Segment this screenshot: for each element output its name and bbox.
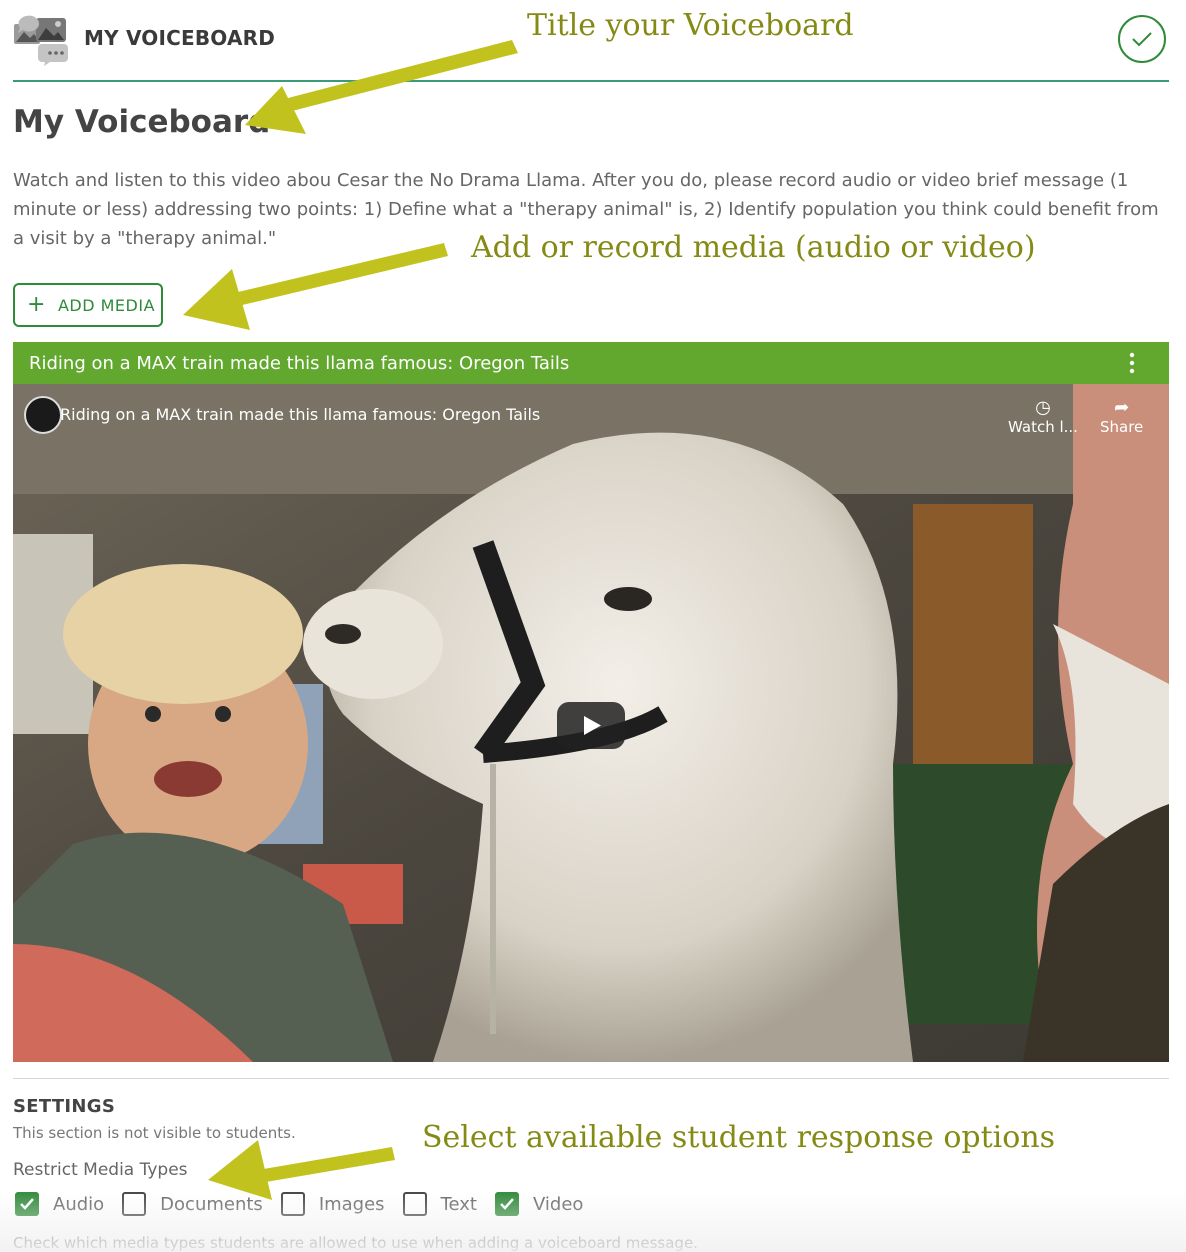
media-title-bar: Riding on a MAX train made this llama fa… xyxy=(13,342,1169,384)
checkbox-video[interactable] xyxy=(494,1192,519,1216)
arrow-to-add-media xyxy=(183,243,448,330)
annotation-add-media: Add or record media (audio or video) xyxy=(471,230,1036,265)
arrow-to-options xyxy=(208,1140,395,1200)
checkbox-audio[interactable] xyxy=(15,1192,39,1216)
more-options-icon[interactable] xyxy=(1122,350,1142,376)
voiceboard-logo-icon xyxy=(14,15,68,66)
arrow-to-title xyxy=(245,40,518,134)
add-media-button[interactable]: + ADD MEDIA xyxy=(13,283,163,327)
clock-icon: ◷ xyxy=(1035,397,1051,418)
option-images[interactable]: Images xyxy=(280,1192,385,1216)
app-name: MY VOICEBOARD xyxy=(84,26,276,50)
header-divider xyxy=(13,80,1169,82)
channel-avatar[interactable] xyxy=(24,396,62,434)
option-video[interactable]: Video xyxy=(494,1192,583,1216)
share-button[interactable]: ➦ Share xyxy=(1100,397,1143,437)
watch-later-button[interactable]: ◷ Watch l... xyxy=(1008,397,1078,437)
media-title: Riding on a MAX train made this llama fa… xyxy=(29,352,570,374)
option-documents[interactable]: Documents xyxy=(122,1192,263,1216)
checkmark-icon xyxy=(500,1198,514,1210)
video-overlay-title[interactable]: Riding on a MAX train made this llama fa… xyxy=(60,405,540,424)
option-audio[interactable]: Audio xyxy=(15,1192,104,1216)
annotation-options: Select available student response option… xyxy=(422,1120,1056,1155)
checkbox-text[interactable] xyxy=(402,1192,427,1216)
media-types-help: Check which media types students are all… xyxy=(13,1234,698,1252)
settings-divider xyxy=(13,1078,1169,1079)
annotation-title: Title your Voiceboard xyxy=(527,8,854,43)
settings-note: This section is not visible to students. xyxy=(13,1124,296,1142)
plus-icon: + xyxy=(27,292,46,317)
checkbox-images[interactable] xyxy=(280,1192,305,1216)
option-text[interactable]: Text xyxy=(402,1192,477,1216)
voiceboard-title[interactable]: My Voiceboard xyxy=(13,104,270,140)
checkmark-icon xyxy=(20,1198,34,1210)
checkbox-documents[interactable] xyxy=(122,1192,147,1216)
checkmark-icon xyxy=(1132,32,1152,47)
settings-heading: SETTINGS xyxy=(13,1096,116,1117)
add-media-label: ADD MEDIA xyxy=(57,295,156,315)
done-button[interactable] xyxy=(1118,15,1166,63)
play-icon[interactable] xyxy=(557,702,625,749)
media-type-options: Audio Documents Images Text Video xyxy=(15,1192,601,1216)
share-icon: ➦ xyxy=(1114,397,1130,418)
restrict-media-label: Restrict Media Types xyxy=(13,1160,188,1180)
